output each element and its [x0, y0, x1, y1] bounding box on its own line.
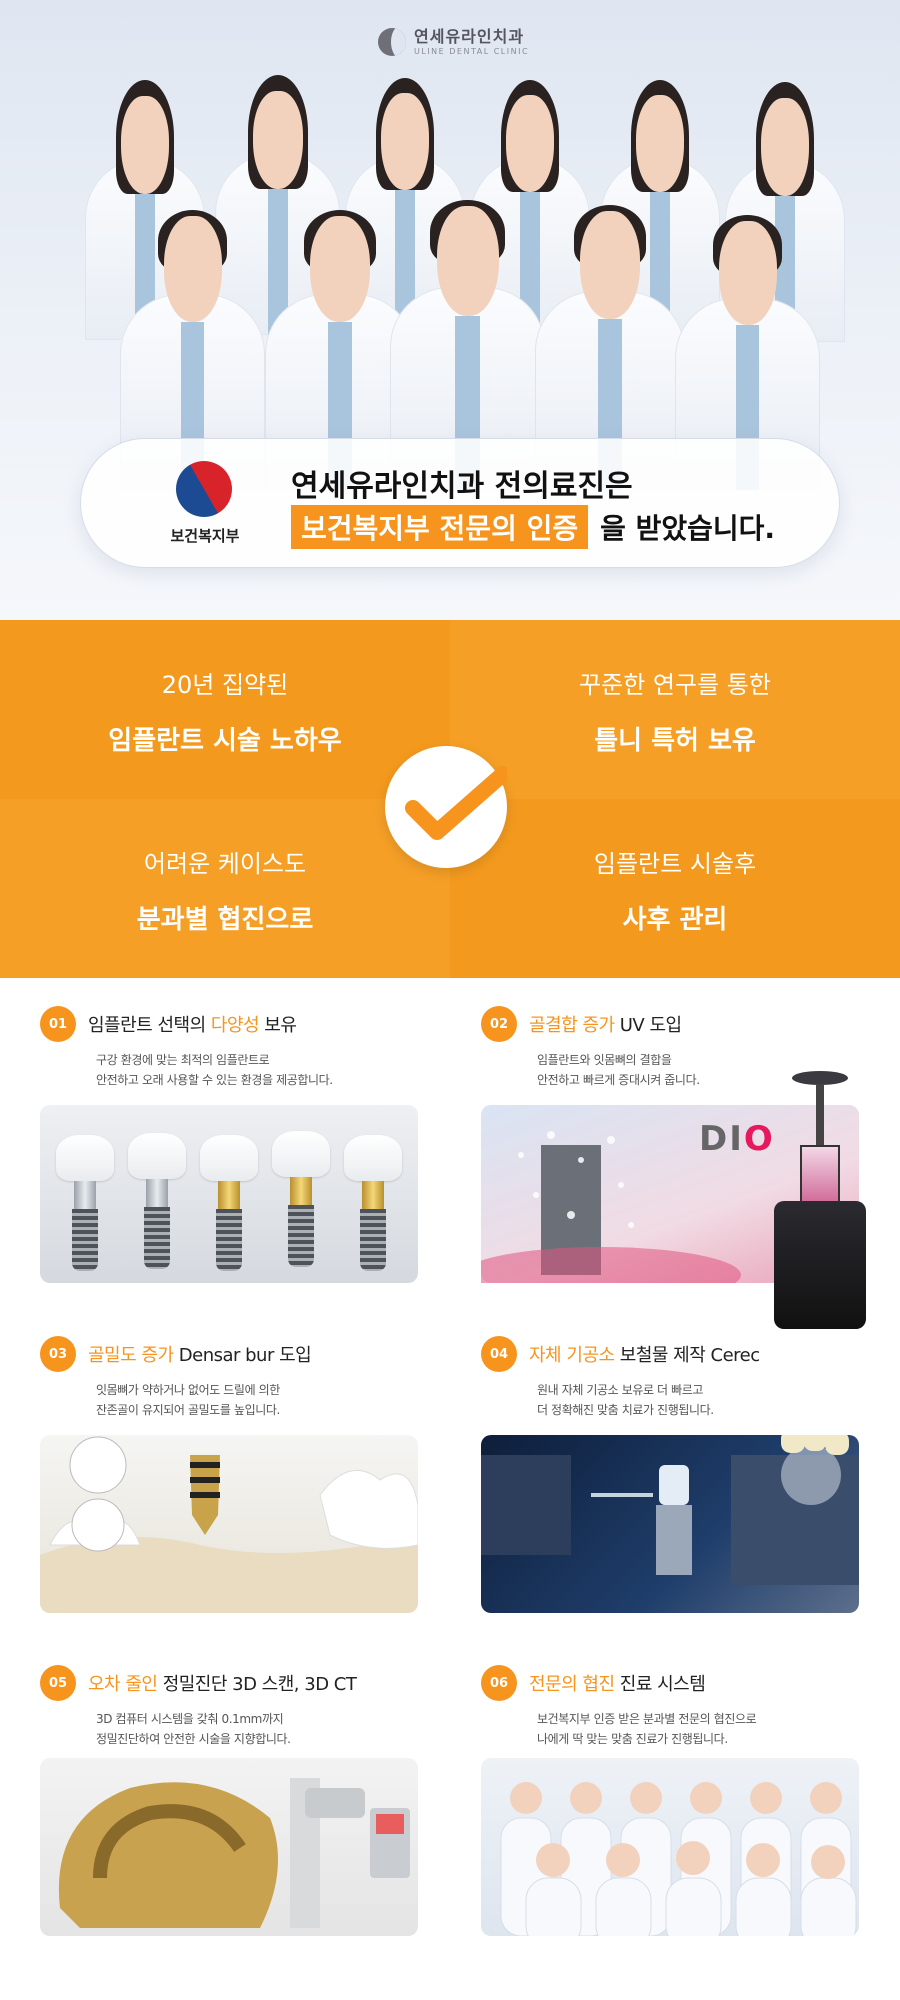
highlight-title: 분과별 협진으로	[136, 905, 314, 935]
highlight-card: 임플란트 시술후 사후 관리	[450, 799, 900, 978]
implant-model	[128, 1133, 186, 1269]
dental-model-and-ct-illustration	[58, 1778, 410, 1928]
jaw-drill-illustration	[40, 1436, 418, 1613]
highlight-card: 어려운 케이스도 분과별 협진으로	[0, 799, 450, 978]
highlight-subtitle: 어려운 케이스도	[143, 850, 307, 878]
feature-description: 3D 컴퓨터 시스템을 갖춰 0.1mm까지 정밀진단하여 안전한 시술을 지향…	[96, 1712, 291, 1746]
uv-device-image: DIO	[481, 1071, 866, 1329]
highlight-card: 꾸준한 연구를 통한 틀니 특허 보유	[450, 620, 900, 799]
ministry-label: 보건복지부	[170, 527, 240, 545]
feature-item: 05 오차 줄인 정밀진단 3D 스캔, 3D CT 3D 컴퓨터 시스템을 갖…	[40, 1665, 420, 1749]
feature-description: 잇몸뼈가 약하거나 없어도 드릴에 의한 잔존골이 유지되어 골밀도를 높입니다…	[96, 1383, 280, 1417]
highlight-subtitle: 임플란트 시술후	[593, 850, 757, 878]
feature-description: 보건복지부 인증 받은 분과별 전문의 협진으로 나에게 딱 맞는 맞춤 진료가…	[537, 1712, 757, 1746]
feature-title: 자체 기공소 보철물 제작 Cerec	[529, 1345, 760, 1366]
highlight-title: 사후 관리	[622, 905, 728, 935]
highlight-card: 20년 집약된 임플란트 시술 노하우	[0, 620, 450, 799]
clinic-logo[interactable]: 연세유라인치과 ULINE DENTAL CLINIC	[378, 28, 529, 56]
feature-number-badge: 03	[40, 1336, 76, 1372]
highlight-title: 틀니 특허 보유	[594, 726, 756, 756]
uv-machine	[770, 1071, 870, 1329]
implant-model	[344, 1135, 402, 1271]
logo-name-english: ULINE DENTAL CLINIC	[414, 46, 530, 56]
logo-name-korean: 연세유라인치과	[414, 26, 525, 46]
highlight-subtitle: 20년 집약된	[161, 671, 289, 699]
feature-number-badge: 05	[40, 1665, 76, 1701]
implant-model	[272, 1131, 330, 1267]
feature-item: 03 골밀도 증가 Densar bur 도입 잇몸뼈가 약하거나 없어도 드릴…	[40, 1336, 420, 1420]
certification-headline: 연세유라인치과 전의료진은	[291, 469, 633, 504]
milling-machine-illustration	[481, 1445, 859, 1585]
implant-model	[56, 1135, 114, 1271]
highlight-subtitle: 꾸준한 연구를 통한	[579, 671, 771, 699]
feature-item: 01 임플란트 선택의 다양성 보유 구강 환경에 맞는 최적의 임플란트로 안…	[40, 1006, 420, 1090]
crown-bridge-icon	[781, 1435, 851, 1461]
certification-highlight: 보건복지부 전문의 인증	[291, 505, 589, 549]
feature-title: 골결합 증가 UV 도입	[529, 1015, 682, 1036]
implant-models-image	[40, 1105, 418, 1283]
dio-brand-logo: DIO	[699, 1119, 775, 1159]
3d-scan-ct-image	[40, 1758, 418, 1936]
feature-description: 원내 자체 기공소 보유로 더 빠르고 더 정확해진 맞춤 치료가 진행됩니다.	[537, 1383, 714, 1417]
feature-number-badge: 04	[481, 1336, 517, 1372]
highlights-section: 20년 집약된 임플란트 시술 노하우 꾸준한 연구를 통한 틀니 특허 보유 …	[0, 620, 900, 978]
certification-suffix: 을 받았습니다.	[600, 512, 776, 545]
doctors-team-illustration	[500, 1782, 857, 1936]
feature-item: 04 자체 기공소 보철물 제작 Cerec 원내 자체 기공소 보유로 더 빠…	[481, 1336, 861, 1420]
checkmark-icon	[385, 746, 507, 868]
implant-model	[200, 1135, 258, 1271]
certification-banner: 보건복지부 연세유라인치과 전의료진은 보건복지부 전문의 인증 을 받았습니다…	[80, 438, 840, 568]
doctors-group-photo	[0, 70, 900, 490]
feature-item: 06 전문의 협진 진료 시스템 보건복지부 인증 받은 분과별 전문의 협진으…	[481, 1665, 861, 1749]
doctors-team-image	[481, 1758, 859, 1936]
feature-description: 구강 환경에 맞는 최적의 임플란트로 안전하고 오래 사용할 수 있는 환경을…	[96, 1053, 333, 1087]
densar-bur-image	[40, 1435, 418, 1613]
feature-title: 오차 줄인 정밀진단 3D 스캔, 3D CT	[88, 1674, 357, 1695]
government-emblem-icon	[165, 450, 243, 528]
cerec-milling-image	[481, 1435, 859, 1613]
feature-title: 전문의 협진 진료 시스템	[529, 1674, 706, 1695]
logo-icon	[378, 28, 406, 56]
feature-number-badge: 06	[481, 1665, 517, 1701]
hero-section: 연세유라인치과 ULINE DENTAL CLINIC 보건복지부 연세유라인치…	[0, 0, 900, 620]
feature-number-badge: 02	[481, 1006, 517, 1042]
highlight-title: 임플란트 시술 노하우	[108, 726, 342, 756]
feature-title: 골밀도 증가 Densar bur 도입	[88, 1345, 312, 1366]
feature-title: 임플란트 선택의 다양성 보유	[88, 1015, 297, 1036]
feature-number-badge: 01	[40, 1006, 76, 1042]
